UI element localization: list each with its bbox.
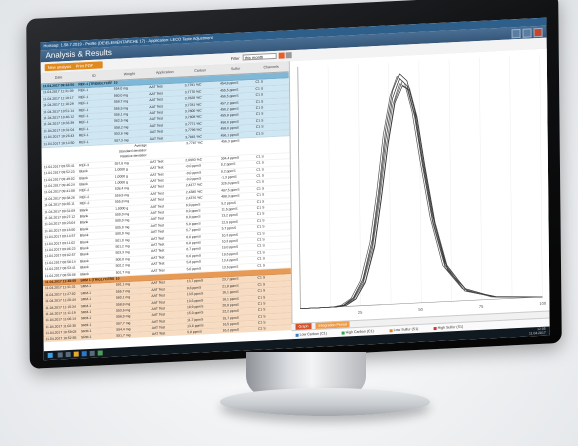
legend-label: High Sulfur (S1)	[437, 324, 464, 330]
peak-chart: 25 50 75 100	[297, 54, 547, 315]
table-cell: C1 S	[258, 326, 266, 332]
system-clock: 12:05 11.04.2017	[528, 327, 546, 336]
column-header-channels[interactable]: Channels	[253, 61, 289, 73]
table-cell: AAT Test	[151, 331, 166, 337]
table-cell: SRM-1	[79, 341, 114, 343]
new-analysis-button[interactable]: New analysis	[44, 62, 75, 72]
column-header-date[interactable]: Date	[41, 72, 77, 84]
clock-date: 11.04.2017	[528, 330, 546, 336]
maximize-icon[interactable]	[522, 28, 532, 38]
screen: Hotsoap: 1.58.7.2019 - Profile (DE\ELEME…	[40, 17, 550, 361]
filter-select[interactable]: this month	[242, 52, 277, 61]
column-header-id[interactable]: ID	[76, 70, 112, 82]
grid-line	[509, 56, 513, 299]
x-tick-label: 50	[418, 307, 423, 312]
chart-area: 25 50 75 100	[288, 48, 550, 324]
legend-label: High Carbon (C1)	[345, 329, 374, 335]
legend-label: Low Carbon (C1)	[299, 331, 328, 337]
legend-swatch-icon	[295, 333, 299, 337]
table-cell: 551,7 mg	[116, 333, 131, 339]
grid-line	[358, 63, 362, 306]
filter-buttons	[278, 52, 292, 59]
legend-label: Low Sulfur (S1)	[393, 326, 419, 333]
close-icon[interactable]	[533, 27, 543, 38]
minimize-icon[interactable]	[511, 28, 521, 39]
x-tick-label: 100	[539, 301, 546, 306]
summary-sulfur: 456,3 ppmS	[221, 138, 240, 144]
table-cell: AAT Test	[151, 338, 166, 343]
column-header-application[interactable]: Application	[147, 66, 183, 78]
table-cell: 5,9 ppmS	[187, 336, 202, 342]
results-table: Date ID Weight Application Carbon Sulfur…	[40, 61, 292, 343]
column-header-carbon[interactable]: Carbon	[182, 65, 218, 77]
monitor-stand-base	[220, 388, 430, 416]
grid-line	[327, 65, 331, 308]
legend-swatch-icon	[389, 328, 393, 332]
column-header-sulfur[interactable]: Sulfur	[218, 63, 254, 75]
print-pdf-button[interactable]: Print PDF	[72, 61, 103, 70]
grid-line	[539, 54, 543, 297]
app-icon[interactable]	[89, 350, 95, 356]
monitor-bezel: Hotsoap: 1.58.7.2019 - Profile (DE\ELEME…	[26, 0, 562, 369]
summary-carbon: 3,7787 %C	[186, 140, 203, 146]
table-cell: C1 S	[258, 333, 266, 338]
white-rows: 11.04.2017 09:55:41 REF-3 557,8 mg AAT Test…	[41, 153, 291, 281]
table-cell: 11.04.2017 10:52:55	[45, 336, 77, 342]
window-controls	[511, 27, 543, 39]
grid-line	[418, 60, 422, 303]
table-cell: 558,5 mg	[116, 339, 131, 343]
column-header-weight[interactable]: Weight	[112, 68, 148, 80]
legend-swatch-icon	[341, 331, 345, 335]
filter-clear-icon[interactable]	[285, 52, 292, 59]
filter-apply-icon[interactable]	[278, 52, 285, 59]
table-cell: 5,8 ppmS	[187, 329, 202, 335]
grid-line	[479, 57, 483, 300]
x-tick-label: 75	[479, 304, 484, 309]
table-cell: 18,6 ppmS	[222, 334, 240, 340]
orange-rows: 11.04.2017 11:31:31 SRM-1 591,1 mg AAT Test…	[42, 274, 292, 343]
x-tick-label: 25	[358, 310, 363, 315]
grid-line	[448, 59, 452, 302]
legend-swatch-icon	[433, 326, 437, 330]
search-icon[interactable]	[57, 352, 63, 358]
y-axis	[297, 66, 301, 309]
table-cell: 16,2 ppmS	[222, 328, 240, 333]
table-cell: SRM-1	[80, 335, 92, 340]
folder-icon[interactable]	[73, 351, 79, 357]
app-icon[interactable]	[97, 350, 103, 356]
task-view-icon[interactable]	[65, 351, 71, 358]
browser-icon[interactable]	[81, 351, 87, 357]
start-icon[interactable]	[47, 352, 53, 359]
filter-label: Filter	[230, 55, 240, 62]
